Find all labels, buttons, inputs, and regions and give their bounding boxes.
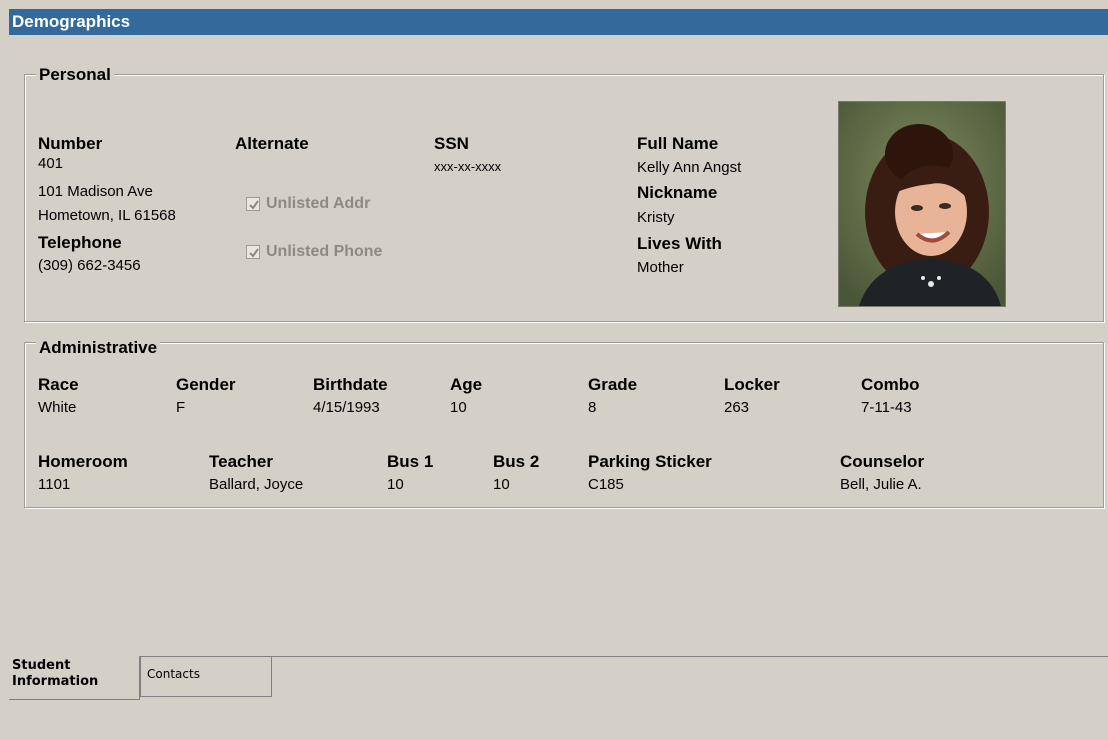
student-photo — [838, 101, 1006, 307]
administrative-legend: Administrative — [36, 339, 161, 357]
bus2-label: Bus 2 — [493, 452, 540, 471]
number-label: Number — [38, 134, 103, 153]
race-value: White — [38, 399, 77, 416]
tab-contacts[interactable]: Contacts — [140, 656, 272, 697]
liveswith-label: Lives With — [637, 234, 722, 253]
birthdate-value: 4/15/1993 — [313, 399, 380, 416]
number-value: 401 — [38, 155, 64, 172]
gender-value: F — [176, 399, 186, 416]
personal-legend: Personal — [36, 66, 114, 84]
ssn-label: SSN — [434, 134, 469, 153]
birthdate-label: Birthdate — [313, 375, 388, 394]
portrait-image-icon — [839, 102, 1005, 306]
tab-contacts-label: Contacts — [147, 667, 200, 681]
unlisted-phone-checkbox[interactable]: Unlisted Phone — [246, 243, 382, 261]
checkbox-checked-icon — [246, 245, 260, 259]
administrative-group — [24, 342, 1104, 508]
grade-label: Grade — [588, 375, 638, 394]
address-line2: Hometown, IL 61568 — [38, 207, 176, 224]
locker-value: 263 — [724, 399, 750, 416]
counselor-label: Counselor — [840, 452, 925, 471]
window-title: Demographics — [12, 12, 131, 31]
homeroom-label: Homeroom — [38, 452, 128, 471]
homeroom-value: 1101 — [38, 476, 71, 493]
alternate-label: Alternate — [235, 134, 309, 153]
teacher-value: Ballard, Joyce — [209, 476, 304, 493]
teacher-label: Teacher — [209, 452, 273, 471]
race-label: Race — [38, 375, 79, 394]
address-line1: 101 Madison Ave — [38, 183, 153, 200]
liveswith-value: Mother — [637, 259, 684, 276]
checkbox-checked-icon — [246, 197, 260, 211]
combo-value: 7-11-43 — [861, 399, 912, 416]
telephone-value: (309) 662-3456 — [38, 257, 141, 274]
unlisted-addr-checkbox[interactable]: Unlisted Addr — [246, 195, 370, 213]
gender-label: Gender — [176, 375, 236, 394]
unlisted-phone-label: Unlisted Phone — [266, 243, 383, 260]
parking-value: C185 — [588, 476, 624, 493]
telephone-label: Telephone — [38, 233, 122, 252]
bus2-value: 10 — [493, 476, 510, 493]
ssn-value: xxx-xx-xxxx — [434, 159, 502, 174]
combo-label: Combo — [861, 375, 920, 394]
fullname-label: Full Name — [637, 134, 719, 153]
nickname-label: Nickname — [637, 183, 718, 202]
age-value: 10 — [450, 399, 467, 416]
bus1-value: 10 — [387, 476, 404, 493]
window-title-bar: Demographics — [9, 9, 1108, 35]
bus1-label: Bus 1 — [387, 452, 434, 471]
tab-student-information-line2: Information — [12, 674, 99, 689]
locker-label: Locker — [724, 375, 780, 394]
fullname-value: Kelly Ann Angst — [637, 159, 742, 176]
age-label: Age — [450, 375, 483, 394]
counselor-value: Bell, Julie A. — [840, 476, 922, 493]
grade-value: 8 — [588, 399, 597, 416]
nickname-value: Kristy — [637, 209, 675, 226]
unlisted-addr-label: Unlisted Addr — [266, 195, 371, 212]
tab-student-information[interactable]: Student Information — [9, 656, 140, 700]
tab-student-information-line1: Student — [12, 658, 71, 673]
parking-label: Parking Sticker — [588, 452, 712, 471]
